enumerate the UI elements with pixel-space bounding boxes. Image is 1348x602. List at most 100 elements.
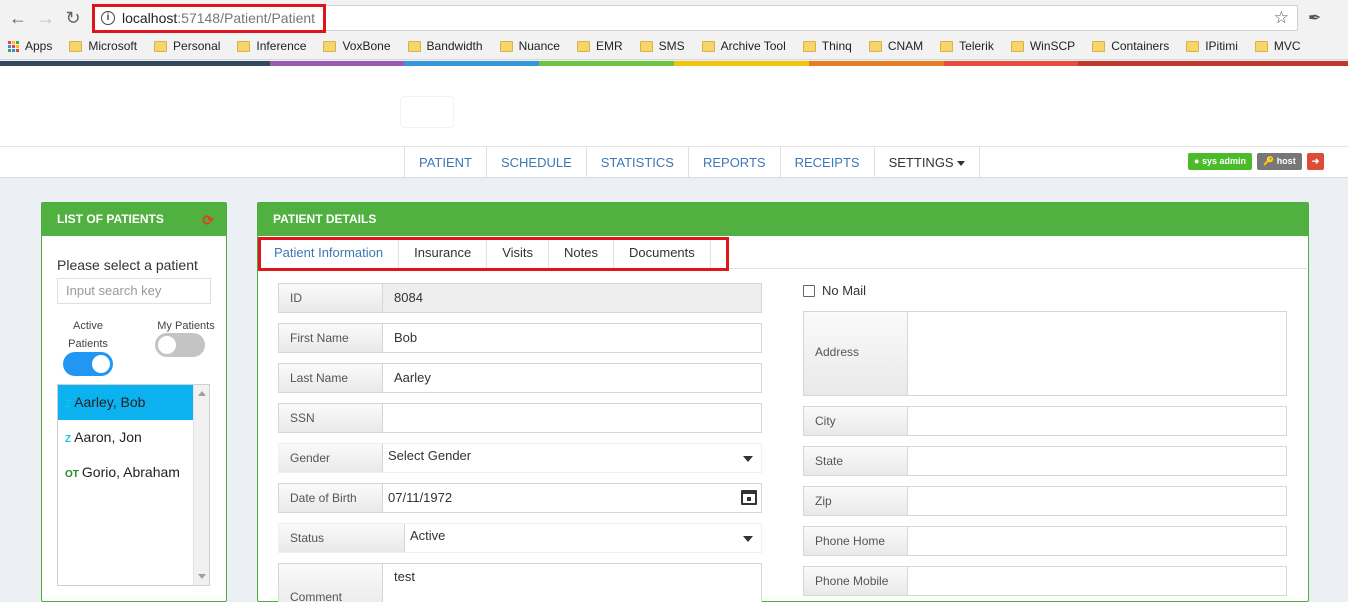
- caret-down-icon: [956, 161, 965, 167]
- bookmark-item[interactable]: Archive Tool: [701, 39, 786, 53]
- forward-arrow-icon[interactable]: →: [36, 8, 56, 28]
- field-label: Date of Birth: [279, 484, 383, 512]
- dropdown-caret-icon[interactable]: [743, 536, 753, 542]
- bookmark-item[interactable]: IPitimi: [1186, 39, 1238, 53]
- bookmark-label: SMS: [658, 39, 685, 53]
- last-name-input[interactable]: Aarley: [394, 364, 431, 392]
- field-label: Zip: [804, 487, 908, 515]
- sign-out-icon[interactable]: ➜: [1306, 153, 1325, 170]
- no-mail-label: No Mail: [822, 283, 867, 298]
- bookmark-apps[interactable]: Apps: [8, 39, 52, 53]
- reload-icon[interactable]: ↻: [63, 8, 83, 28]
- zip-field[interactable]: Zip: [803, 486, 1287, 516]
- patient-search-input[interactable]: Input search key: [57, 278, 211, 304]
- back-arrow-icon[interactable]: ←: [8, 8, 28, 28]
- eyedropper-icon[interactable]: ✒: [1308, 8, 1321, 28]
- my-patients-toggle[interactable]: [155, 333, 205, 357]
- patient-details-header: PATIENT DETAILS: [258, 203, 1308, 236]
- list-item[interactable]: Z Aarley, Bob: [58, 385, 209, 420]
- active-patients-toggle[interactable]: [63, 352, 113, 376]
- patient-tag: OT: [65, 469, 79, 480]
- patient-tag: Z: [65, 399, 72, 410]
- gender-select[interactable]: Select Gender: [388, 444, 471, 468]
- bookmark-item[interactable]: VoxBone: [323, 39, 391, 53]
- dob-field[interactable]: Date of Birth 07/11/1972: [278, 483, 762, 513]
- bookmark-item[interactable]: CNAM: [868, 39, 923, 53]
- comment-field[interactable]: Comment test: [278, 563, 762, 602]
- bookmark-label: WinSCP: [1029, 39, 1076, 53]
- patient-tag: Z: [65, 434, 72, 445]
- scroll-down-icon[interactable]: [198, 574, 206, 579]
- id-value: 8084: [394, 290, 423, 305]
- bookmark-item[interactable]: MVC: [1254, 39, 1301, 53]
- bookmark-item[interactable]: WinSCP: [1010, 39, 1076, 53]
- toggle-knob: [158, 336, 176, 354]
- phone-mobile-field[interactable]: Phone Mobile: [803, 566, 1287, 596]
- bookmark-item[interactable]: Containers: [1092, 39, 1169, 53]
- menu-reports[interactable]: REPORTS: [687, 147, 780, 178]
- host-button[interactable]: 🔑 host: [1256, 153, 1302, 170]
- city-field[interactable]: City: [803, 406, 1287, 436]
- phone-home-field[interactable]: Phone Home: [803, 526, 1287, 556]
- field-label: Phone Home: [804, 527, 908, 555]
- comment-textarea[interactable]: test: [394, 566, 415, 588]
- bookmark-item[interactable]: Nuance: [499, 39, 560, 53]
- bookmark-item[interactable]: EMR: [576, 39, 623, 53]
- no-mail-option[interactable]: No Mail: [803, 283, 866, 298]
- menu-schedule[interactable]: SCHEDULE: [485, 147, 586, 178]
- scroll-up-icon[interactable]: [198, 391, 206, 396]
- bookmark-star-icon[interactable]: ☆: [1274, 8, 1289, 28]
- bookmark-item[interactable]: Telerik: [940, 39, 994, 53]
- no-mail-checkbox[interactable]: [803, 284, 815, 297]
- bookmark-label: Microsoft: [88, 39, 138, 53]
- field-label: City: [804, 407, 908, 435]
- bookmark-item[interactable]: Thinq: [802, 39, 852, 53]
- list-scrollbar[interactable]: [193, 385, 209, 585]
- bookmark-item[interactable]: Inference: [237, 39, 306, 53]
- menu-settings[interactable]: SETTINGS: [873, 147, 980, 178]
- bookmark-item[interactable]: SMS: [639, 39, 685, 53]
- host-label: host: [1276, 156, 1296, 166]
- user-profile-button[interactable]: ● sys admin: [1188, 153, 1252, 170]
- list-item[interactable]: Z Aaron, Jon: [58, 420, 209, 455]
- field-label: Gender: [279, 444, 383, 472]
- first-name-field[interactable]: First Name Bob: [278, 323, 762, 353]
- user-buttons: ● sys admin 🔑 host ➜: [1188, 153, 1325, 170]
- ssn-field[interactable]: SSN: [278, 403, 762, 433]
- dropdown-caret-icon[interactable]: [743, 456, 753, 462]
- bookmark-item[interactable]: Bandwidth: [407, 39, 483, 53]
- folder-icon: [1092, 40, 1106, 52]
- field-label: Last Name: [279, 364, 383, 392]
- gender-field[interactable]: Gender Select Gender: [278, 443, 762, 473]
- menu-patient[interactable]: PATIENT: [404, 147, 486, 178]
- patient-name: Aaron, Jon: [74, 429, 142, 445]
- folder-icon: [868, 40, 882, 52]
- first-name-input[interactable]: Bob: [394, 324, 417, 352]
- folder-icon: [639, 40, 653, 52]
- status-select[interactable]: Active: [410, 524, 445, 548]
- menu-receipts[interactable]: RECEIPTS: [779, 147, 874, 178]
- list-item[interactable]: OT Gorio, Abraham: [58, 455, 209, 490]
- last-name-field[interactable]: Last Name Aarley: [278, 363, 762, 393]
- id-field: ID 8084: [278, 283, 762, 313]
- bookmark-label: VoxBone: [342, 39, 391, 53]
- folder-icon: [407, 40, 421, 52]
- calendar-icon[interactable]: [741, 490, 757, 505]
- bookmark-item[interactable]: Personal: [154, 39, 220, 53]
- folder-icon: [576, 40, 590, 52]
- refresh-icon[interactable]: ⟳: [202, 212, 214, 229]
- patient-list-panel: LIST OF PATIENTS ⟳ Please select a patie…: [41, 202, 227, 602]
- status-field[interactable]: Status Active: [278, 523, 762, 553]
- apps-grid-icon: [8, 40, 19, 52]
- field-label: Phone Mobile: [804, 567, 908, 595]
- menu-statistics[interactable]: STATISTICS: [585, 147, 688, 178]
- folder-icon: [323, 40, 337, 52]
- folder-icon: [701, 40, 715, 52]
- dob-input[interactable]: 07/11/1972: [388, 484, 452, 512]
- state-field[interactable]: State: [803, 446, 1287, 476]
- bookmark-label: Archive Tool: [720, 39, 786, 53]
- bookmarks-bar: Apps Microsoft Personal Inference VoxBon…: [8, 37, 1318, 55]
- menu-settings-label: SETTINGS: [888, 155, 954, 170]
- bookmark-item[interactable]: Microsoft: [69, 39, 137, 53]
- address-field[interactable]: Address: [803, 311, 1287, 396]
